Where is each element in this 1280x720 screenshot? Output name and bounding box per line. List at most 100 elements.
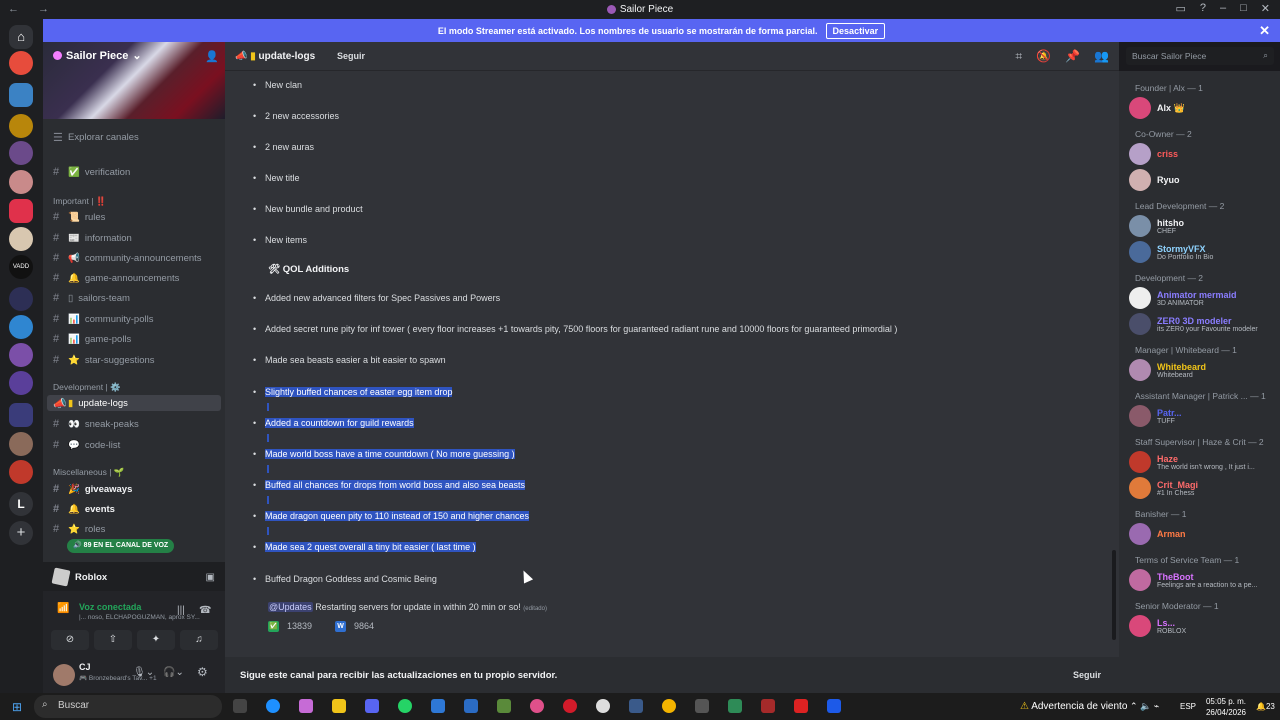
channel-sailors-team[interactable]: # ▯ sailors-team bbox=[53, 290, 130, 306]
channel-update-logs[interactable]: 📣 ▮ update-logs bbox=[47, 395, 221, 411]
channel-information[interactable]: # 📰 information bbox=[53, 230, 132, 246]
channel-game-announcements[interactable]: # 🔔 game-announcements bbox=[53, 270, 179, 286]
noise-icon[interactable]: ||| bbox=[177, 605, 185, 616]
member-item[interactable]: Animator mermaid 3D ANIMATOR bbox=[1129, 285, 1277, 311]
member-item[interactable]: Alx 👑 bbox=[1129, 95, 1277, 121]
minecraft-icon[interactable] bbox=[497, 699, 511, 713]
channel-community-polls[interactable]: # 📊 community-polls bbox=[53, 311, 153, 327]
follow-button[interactable]: Seguir bbox=[337, 51, 365, 61]
category-important[interactable]: Important | ‼️ bbox=[53, 196, 106, 207]
nav-arrows-icon[interactable]: ← → bbox=[8, 3, 57, 15]
soundboard-button[interactable]: ♫ bbox=[180, 630, 218, 650]
voice-status[interactable]: Voz conectada bbox=[79, 602, 141, 612]
member-item[interactable]: Crit_Magi #1 In Chess bbox=[1129, 475, 1277, 501]
server-l-icon[interactable]: L bbox=[9, 492, 33, 516]
category-development[interactable]: Development | ⚙️ bbox=[53, 382, 121, 393]
app-icon[interactable] bbox=[695, 699, 709, 713]
member-list-icon[interactable]: 👥 bbox=[1094, 49, 1109, 64]
clock[interactable]: 05:05 p. m. 26/04/2026 bbox=[1202, 696, 1246, 718]
server-icon[interactable] bbox=[9, 170, 33, 194]
chrome-icon[interactable] bbox=[662, 699, 676, 713]
inbox-icon[interactable]: ▭ bbox=[1175, 2, 1185, 15]
server-icon[interactable] bbox=[9, 114, 33, 138]
server-icon[interactable] bbox=[9, 432, 33, 456]
channel-game-polls[interactable]: # 📊 game-polls bbox=[53, 331, 131, 347]
folder-icon[interactable] bbox=[9, 403, 33, 427]
disconnect-icon[interactable]: ☎ bbox=[199, 605, 211, 616]
scrollbar[interactable] bbox=[1112, 550, 1116, 640]
add-server-icon[interactable]: + bbox=[9, 521, 33, 545]
member-item[interactable]: StormyVFX Do Portfolio In Bio bbox=[1129, 239, 1277, 265]
channel-giveaways[interactable]: # 🎉 giveaways bbox=[53, 481, 132, 497]
reaction[interactable]: ✅ 13839 bbox=[268, 619, 312, 633]
server-icon[interactable] bbox=[9, 371, 33, 395]
discord-icon[interactable] bbox=[365, 699, 379, 713]
app-icon[interactable] bbox=[530, 699, 544, 713]
taskbar-search[interactable]: ⌕ Buscar bbox=[34, 695, 222, 718]
server-icon[interactable] bbox=[9, 51, 33, 75]
server-icon[interactable] bbox=[9, 199, 33, 223]
add-member-icon[interactable]: 👤 bbox=[205, 50, 219, 63]
member-item[interactable]: Haze The world isn't wrong , It just i... bbox=[1129, 449, 1277, 475]
explore-channels[interactable]: ☰ Explorar canales bbox=[53, 129, 139, 145]
threads-icon[interactable]: ⌗ bbox=[1015, 49, 1022, 64]
channel-community-announcements[interactable]: # 📢 community-announcements bbox=[53, 250, 202, 266]
screen-icon[interactable]: ▣ bbox=[206, 572, 215, 583]
app-icon[interactable] bbox=[728, 699, 742, 713]
roblox-studio-icon[interactable] bbox=[794, 699, 808, 713]
close-banner-icon[interactable]: ✕ bbox=[1259, 23, 1270, 39]
discord-home-icon[interactable]: ⌂ bbox=[9, 25, 33, 49]
member-item[interactable]: Arman bbox=[1129, 521, 1277, 547]
file-explorer-icon[interactable] bbox=[332, 699, 346, 713]
server-icon[interactable] bbox=[9, 343, 33, 367]
mic-icon[interactable]: 🎙⌄ bbox=[133, 667, 154, 678]
roblox-activity[interactable]: Roblox ▣ bbox=[43, 563, 225, 591]
channel-star-suggestions[interactable]: # ⭐ star-suggestions bbox=[53, 352, 155, 368]
roblox-icon[interactable] bbox=[827, 699, 841, 713]
avatar[interactable] bbox=[53, 664, 75, 686]
help-icon[interactable]: ? bbox=[1200, 2, 1206, 15]
headset-icon[interactable]: 🎧⌄ bbox=[163, 667, 184, 678]
footer-follow-button[interactable]: Seguir bbox=[1073, 670, 1101, 680]
role-mention[interactable]: @Updates bbox=[268, 602, 313, 612]
settings-icon[interactable]: ⚙ bbox=[197, 665, 208, 679]
server-icon[interactable]: VADD bbox=[9, 255, 33, 279]
github-icon[interactable] bbox=[596, 699, 610, 713]
minimize-icon[interactable]: – bbox=[1220, 2, 1226, 15]
mail-icon[interactable] bbox=[431, 699, 445, 713]
server-icon[interactable] bbox=[9, 460, 33, 484]
tray-icons[interactable]: ⌃ 🔈 ⌁ bbox=[1130, 701, 1159, 712]
windows-start-icon[interactable]: ⊞ bbox=[12, 700, 22, 714]
channel-sneak-peaks[interactable]: # 👀 sneak-peaks bbox=[53, 416, 139, 432]
disable-streamer-button[interactable]: Desactivar bbox=[825, 22, 886, 39]
member-item[interactable]: Patr... TUFF bbox=[1129, 403, 1277, 429]
whatsapp-icon[interactable] bbox=[398, 699, 412, 713]
server-icon[interactable] bbox=[9, 227, 33, 251]
user-name[interactable]: CJ bbox=[79, 662, 91, 672]
member-item[interactable]: Whitebeard Whitebeard bbox=[1129, 357, 1277, 383]
reaction[interactable]: W 9864 bbox=[335, 619, 374, 633]
opera-icon[interactable] bbox=[563, 699, 577, 713]
channel-rules[interactable]: # 📜 rules bbox=[53, 209, 105, 225]
weather-widget[interactable]: ⚠ Advertencia de viento bbox=[1020, 701, 1127, 712]
member-item[interactable]: hitsho CHEF bbox=[1129, 213, 1277, 239]
notification-icon[interactable]: 🔔23 bbox=[1256, 702, 1275, 711]
camera-off-button[interactable]: ⊘ bbox=[51, 630, 89, 650]
app-icon[interactable] bbox=[761, 699, 775, 713]
language-indicator[interactable]: ESP bbox=[1180, 702, 1196, 711]
server-icon[interactable] bbox=[9, 141, 33, 165]
edge-icon[interactable] bbox=[266, 699, 280, 713]
member-item[interactable]: Ls... ROBLOX bbox=[1129, 613, 1277, 639]
category-misc[interactable]: Miscellaneous | 🌱 bbox=[53, 467, 124, 478]
member-item[interactable]: Ryuo bbox=[1129, 167, 1277, 193]
store-icon[interactable] bbox=[464, 699, 478, 713]
app-icon[interactable] bbox=[629, 699, 643, 713]
voice-count-pill[interactable]: 🔊 89 EN EL CANAL DE VOZ bbox=[67, 539, 175, 553]
member-item[interactable]: ZER0 3D modeler its ZER0 your Favourite m… bbox=[1129, 311, 1277, 337]
pin-icon[interactable]: 📌 bbox=[1065, 49, 1080, 64]
server-icon[interactable] bbox=[9, 83, 33, 107]
channel-roles[interactable]: # ⭐ roles bbox=[53, 521, 105, 537]
maximize-icon[interactable]: □ bbox=[1240, 2, 1247, 15]
notifications-icon[interactable]: 🔕 bbox=[1036, 49, 1051, 64]
server-name-button[interactable]: Sailor Piece ⌄ bbox=[53, 49, 142, 62]
